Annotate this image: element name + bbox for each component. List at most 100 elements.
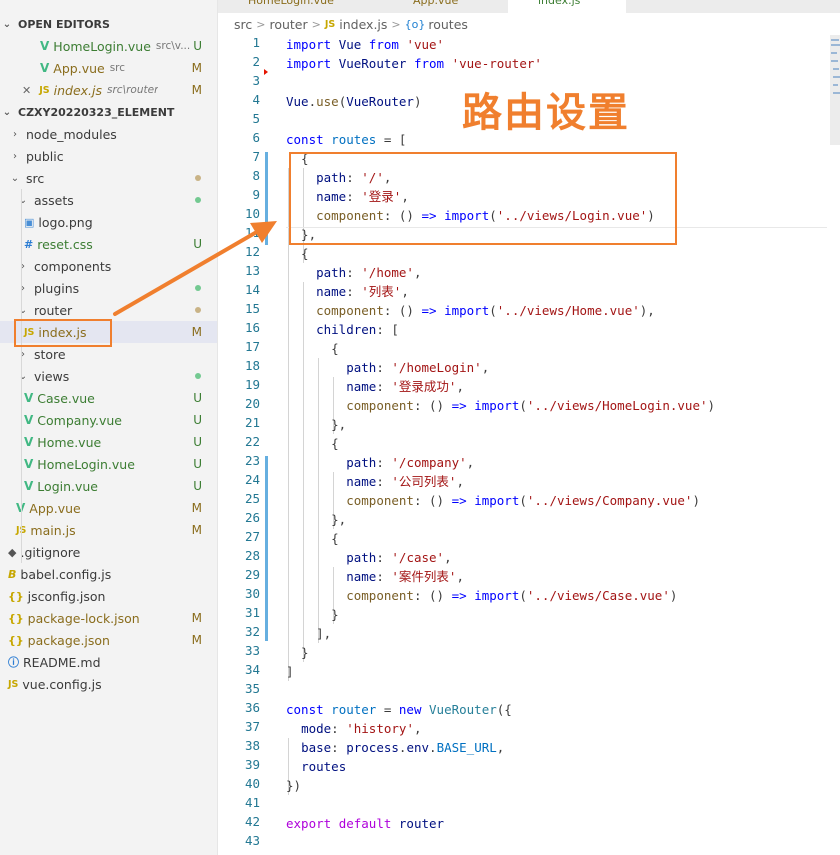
chevron-down-icon[interactable]: ⌄ <box>10 173 20 184</box>
file-item[interactable]: {} jsconfig.json <box>0 585 217 607</box>
file-item[interactable]: VApp.vueM <box>0 497 217 519</box>
code-line[interactable]: component: () => import('../views/Compan… <box>286 491 700 510</box>
folder-item[interactable]: › plugins <box>0 277 217 299</box>
code-line[interactable]: { <box>286 244 309 263</box>
chevron-right-icon[interactable]: › <box>18 349 28 360</box>
file-item[interactable]: ⓘ README.md <box>0 651 217 673</box>
file-item[interactable]: {} package.json M <box>0 629 217 651</box>
line-number: 13 <box>244 263 260 278</box>
code-line[interactable]: }) <box>286 776 301 795</box>
code-line[interactable]: name: '公司列表', <box>286 472 464 491</box>
file-label: assets <box>34 192 74 208</box>
file-item[interactable]: V Company.vue U <box>0 409 217 431</box>
chevron-right-icon[interactable]: › <box>10 129 20 140</box>
vue-icon: V <box>40 61 50 75</box>
code-line[interactable]: ], <box>286 624 331 643</box>
chevron-right-icon[interactable]: › <box>10 151 20 162</box>
file-item[interactable]: {} package-lock.json M <box>0 607 217 629</box>
code-line[interactable]: routes <box>286 757 346 776</box>
folder-item[interactable]: ⌄ router <box>0 299 217 321</box>
tab-homelogin[interactable]: HomeLogin.vue <box>248 0 334 13</box>
code-line[interactable]: { <box>286 339 339 358</box>
code-line[interactable]: name: '案件列表', <box>286 567 464 586</box>
close-icon[interactable]: ✕ <box>22 84 31 97</box>
code-line[interactable]: path: '/case', <box>286 548 451 567</box>
code-line[interactable]: export default router <box>286 814 444 833</box>
breadcrumb-router[interactable]: router <box>269 17 307 32</box>
code-token: VueRouter <box>429 702 497 717</box>
code-line[interactable]: }, <box>286 510 346 529</box>
code-line[interactable]: component: () => import('../views/Case.v… <box>286 586 677 605</box>
tab-index-js[interactable]: index.js <box>508 0 626 13</box>
open-editors-header[interactable]: ⌄ OPEN EDITORS <box>0 13 217 35</box>
code-token: VueRouter <box>338 56 407 71</box>
folder-item[interactable]: › public <box>0 145 217 167</box>
line-number: 22 <box>244 434 260 449</box>
code-line[interactable]: component: () => import('../views/Home.v… <box>286 301 655 320</box>
code-line[interactable]: } <box>286 643 309 662</box>
code-line[interactable]: { <box>286 434 339 453</box>
file-item[interactable]: Bbabel.config.js <box>0 563 217 585</box>
git-status-badge: U <box>193 435 202 449</box>
line-number: 26 <box>244 510 260 525</box>
code-line[interactable]: base: process.env.BASE_URL, <box>286 738 504 757</box>
line-number: 32 <box>244 624 260 639</box>
file-item[interactable]: ◆ .gitignore <box>0 541 217 563</box>
chevron-down-icon[interactable]: ⌄ <box>2 19 12 30</box>
file-item[interactable]: V Home.vue U <box>0 431 217 453</box>
code-line[interactable]: path: '/home', <box>286 263 421 282</box>
file-item[interactable]: JSmain.jsM <box>0 519 217 541</box>
folder-item[interactable]: ⌄ src <box>0 167 217 189</box>
folder-item[interactable]: › components <box>0 255 217 277</box>
chevron-right-icon[interactable]: › <box>18 283 28 294</box>
code-line[interactable]: path: '/homeLogin', <box>286 358 489 377</box>
code-token: use <box>316 94 339 109</box>
code-token: , <box>401 284 409 299</box>
code-token: { <box>286 341 339 356</box>
code-token: from <box>413 56 445 71</box>
code-token: BASE_URL <box>436 740 497 755</box>
code-line[interactable]: ] <box>286 662 294 681</box>
chevron-down-icon[interactable]: ⌄ <box>18 371 28 382</box>
code-line[interactable]: path: '/company', <box>286 453 474 472</box>
file-item[interactable]: JS vue.config.js <box>0 673 217 695</box>
file-item[interactable]: # reset.css U <box>0 233 217 255</box>
code-line[interactable]: component: () => import('../views/HomeLo… <box>286 396 715 415</box>
code-line[interactable]: children: [ <box>286 320 399 339</box>
code-line[interactable]: { <box>286 529 339 548</box>
folder-item[interactable]: › node_modules <box>0 123 217 145</box>
breadcrumb-routes[interactable]: routes <box>428 17 468 32</box>
project-header[interactable]: ⌄ CZXY20220323_ELEMENT <box>0 101 217 123</box>
code-line[interactable]: }, <box>286 415 346 434</box>
code-line[interactable]: const router = new VueRouter({ <box>286 700 512 719</box>
breadcrumb-src[interactable]: src <box>234 17 252 32</box>
minimap[interactable] <box>827 35 840 115</box>
code-line[interactable]: import Vue from 'vue' <box>286 35 444 54</box>
chevron-down-icon[interactable]: ⌄ <box>18 305 28 316</box>
file-item[interactable]: V Login.vue U <box>0 475 217 497</box>
code-line[interactable]: name: '列表', <box>286 282 409 301</box>
file-item[interactable]: V Case.vue U <box>0 387 217 409</box>
code-line[interactable]: Vue.use(VueRouter) <box>286 92 421 111</box>
folder-item[interactable]: ⌄ views <box>0 365 217 387</box>
chevron-right-icon[interactable]: › <box>18 261 28 272</box>
code-line[interactable]: const routes = [ <box>286 130 406 149</box>
tab-app-vue[interactable]: App.vue <box>413 0 458 13</box>
open-editor-item[interactable]: V HomeLogin.vue src\v... U <box>0 35 217 57</box>
file-label: Home.vue <box>37 434 102 450</box>
file-item[interactable]: ▣ logo.png <box>0 211 217 233</box>
code-line[interactable]: name: '登录成功', <box>286 377 464 396</box>
chevron-down-icon[interactable]: ⌄ <box>18 195 28 206</box>
code-line[interactable]: mode: 'history', <box>286 719 421 738</box>
line-number: 12 <box>244 244 260 259</box>
breadcrumb-index-js[interactable]: index.js <box>339 17 387 32</box>
open-editor-item[interactable]: V App.vue src M <box>0 57 217 79</box>
file-item[interactable]: V HomeLogin.vue U <box>0 453 217 475</box>
folder-item[interactable]: ⌄ assets <box>0 189 217 211</box>
open-editor-item[interactable]: ✕ JS index.js src\router M <box>0 79 217 101</box>
code-line[interactable]: import VueRouter from 'vue-router' <box>286 54 542 73</box>
file-path: src\router <box>107 84 159 96</box>
chevron-down-icon[interactable]: ⌄ <box>2 107 12 118</box>
code-line[interactable]: } <box>286 605 339 624</box>
